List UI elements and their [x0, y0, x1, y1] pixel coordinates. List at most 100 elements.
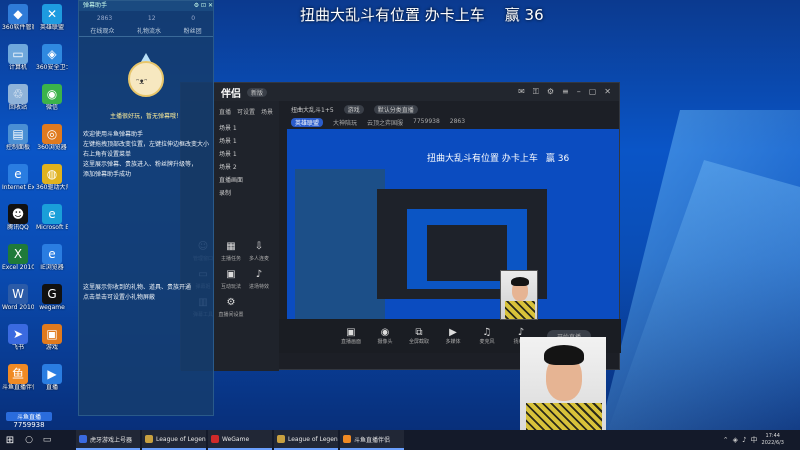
taskbar-app-label: 虎牙游戏上号器 [90, 436, 133, 444]
tool-button[interactable]: ⇩ 多人连麦 [245, 241, 273, 267]
scene-item[interactable]: 录制 [219, 187, 279, 200]
ime-icon[interactable]: 中 [751, 435, 758, 445]
app-icon: ▶ [42, 364, 62, 384]
banner-text: 扭曲大乱斗有位置 办卡上车 [300, 6, 485, 24]
desktop-icon[interactable]: ▶ 直播 [36, 364, 68, 402]
scene-item[interactable]: 场景 1 [219, 148, 279, 161]
desktop-icon[interactable]: X Excel 2010 [2, 244, 34, 282]
tab-viewers[interactable]: 在线观众 [90, 26, 114, 35]
desktop-icon[interactable]: 鱼斗鱼直播伴侣 [2, 364, 34, 402]
panel-titlebar[interactable]: 弹幕助手 ⚙ ⊡ ✕ [79, 1, 213, 11]
app-icon: e [42, 244, 62, 264]
tray-up-icon[interactable]: ⌃ [723, 436, 729, 444]
desktop-icon[interactable]: ◎ 360浏览器 [36, 124, 68, 162]
bottom-tool-label: 多媒体 [445, 339, 461, 345]
desktop-icon-label: Internet Explorer [2, 184, 34, 191]
room-id: 7759938 [413, 118, 440, 125]
tip-line: 右上角有设置菜单 [83, 151, 132, 158]
scene-item[interactable]: 场景 1 [219, 135, 279, 148]
scene-item[interactable]: 场景 1 [219, 122, 279, 135]
tool-label: 进场特效 [248, 284, 269, 290]
desktop-icon[interactable]: ▤ 控制面板 [2, 124, 34, 162]
settings-icon[interactable]: ⚙ [547, 87, 554, 97]
desktop-icon[interactable]: ◆ 360软件管家 [2, 4, 34, 42]
desktop-icon-label: 游戏 [45, 344, 58, 351]
taskbar-app[interactable]: League of Legen... [274, 430, 338, 450]
menu-icon[interactable]: ≡ [562, 87, 569, 97]
tip-line: 欢迎使用斗鱼弹幕助手 [83, 131, 144, 138]
volume-icon[interactable]: ♪ [742, 436, 746, 444]
taskbar-app[interactable]: WeGame [208, 430, 272, 450]
windows-start-icon[interactable]: ⊞ [0, 430, 20, 450]
app-icon: ▤ [8, 124, 28, 144]
desktop-icon-label: 计算机 [8, 64, 27, 71]
gift-icon[interactable]: ✉ [518, 87, 525, 97]
desktop-icon[interactable]: ☻ 腾讯QQ [2, 204, 34, 242]
clock[interactable]: 17:44 2022/6/3 [762, 433, 784, 447]
lock-icon[interactable]: ⚿ [533, 87, 539, 97]
desktop-icon[interactable]: eInternet Explorer [2, 164, 34, 202]
desktop-icon[interactable]: W Word 2010 [2, 284, 34, 322]
bottom-tool-icon: ♫ [482, 327, 492, 338]
room-title[interactable]: 扭曲大乱斗1+5 [291, 105, 334, 114]
nav-item[interactable]: 直播 [219, 107, 231, 116]
tool-button[interactable]: ▦ 主播任务 [217, 241, 245, 267]
tool-icon: ⇩ [254, 241, 264, 252]
tool-button[interactable]: ⚙ 直播间设置 [217, 297, 245, 323]
bottom-tool-button[interactable]: ♫ 麦克风 [475, 327, 499, 345]
minimize-icon[interactable]: – [577, 87, 581, 97]
bottom-tool-icon: ▣ [346, 327, 356, 338]
taskbar-app[interactable]: 虎牙游戏上号器 [76, 430, 140, 450]
scene-item[interactable]: 直播画面 [219, 174, 279, 187]
bottom-tool-button[interactable]: ▣ 直播画面 [339, 327, 363, 345]
desktop-icon[interactable]: e IE浏览器 [36, 244, 68, 282]
maximize-icon[interactable]: ▢ [589, 87, 597, 97]
bottom-tool-button[interactable]: ▶ 多媒体 [441, 327, 465, 345]
taskbar-app[interactable]: 斗鱼直播伴侣 [340, 430, 404, 450]
app-icon: e [8, 164, 28, 184]
desktop-icon-label: 飞书 [11, 344, 24, 351]
desktop-icon[interactable]: ◍ 360驱动大师 [36, 164, 68, 202]
desktop-icon[interactable]: ◉ 微信 [36, 84, 68, 122]
desktop-icon[interactable]: Gwegame [36, 284, 68, 322]
desktop-icon[interactable]: eMicrosoft Edge [36, 204, 68, 242]
desktop-icon-label: 360驱动大师 [36, 184, 68, 191]
desktop-icon-label: 英雄联盟 [39, 24, 64, 31]
desktop-icon[interactable]: ✕ 英雄联盟 [36, 4, 68, 42]
app-icon: ➤ [8, 324, 28, 344]
nav-item[interactable]: 可设置 [237, 107, 255, 116]
tool-button[interactable]: ▣ 互动玩法 [217, 269, 245, 295]
tab-fans[interactable]: 粉丝团 [184, 26, 202, 35]
network-icon[interactable]: ◈ [733, 436, 738, 444]
stream-preview[interactable]: 扭曲大乱斗有位置 办卡上车 赢 36 [287, 129, 619, 321]
nav-item[interactable]: 场景 [261, 107, 273, 116]
desktop-icon[interactable]: ◈ 360安全卫士 [36, 44, 68, 82]
taskbar-app-icon [79, 435, 87, 443]
desktop-icon[interactable]: ▣ 游戏 [36, 324, 68, 362]
tab-gifts[interactable]: 礼物流水 [137, 26, 161, 35]
desktop-icon[interactable]: ▭ 计算机 [2, 44, 34, 82]
version-badge[interactable]: 新版 [247, 87, 268, 97]
task-view-icon[interactable]: ▭ [38, 430, 56, 450]
taskbar-app[interactable]: League of Legends [142, 430, 206, 450]
mascot-caption: 主播很好玩，暂无弹幕哦！ [109, 113, 182, 120]
app-titlebar[interactable]: 伴侣 新版 ✉ ⚿ ⚙ ≡ – ▢ ✕ [181, 83, 619, 101]
bottom-tool-button[interactable]: ⧉ 全屏截取 [407, 327, 431, 345]
room-tag[interactable]: 游戏 [343, 105, 364, 114]
taskbar: ⊞ ○ ▭ 虎牙游戏上号器 League of Legends WeGame Leag… [0, 430, 800, 450]
panel-controls[interactable]: ⚙ ⊡ ✕ [194, 1, 213, 11]
room-category-chip[interactable]: 默认分类直播 [373, 105, 418, 114]
mascot-face-icon: ᵔᴥᵔ [136, 77, 148, 86]
desktop-icon-label: 腾讯QQ [7, 224, 29, 231]
desktop-icon-label: 斗鱼直播伴侣 [2, 384, 34, 391]
search-icon[interactable]: ○ [20, 430, 38, 450]
desktop-icon[interactable]: ♲ 回收站 [2, 84, 34, 122]
app-icon: ▣ [42, 324, 62, 344]
bottom-tool-button[interactable]: ◉ 摄像头 [373, 327, 397, 345]
close-icon[interactable]: ✕ [604, 87, 611, 97]
category-badge[interactable]: 英雄联盟 [291, 118, 324, 127]
desktop-icon[interactable]: ➤ 飞书 [2, 324, 34, 362]
scene-item[interactable]: 场景 2 [219, 161, 279, 174]
tool-button[interactable]: ♪ 进场特效 [245, 269, 273, 295]
desktop-icon-label: 360浏览器 [37, 144, 67, 151]
